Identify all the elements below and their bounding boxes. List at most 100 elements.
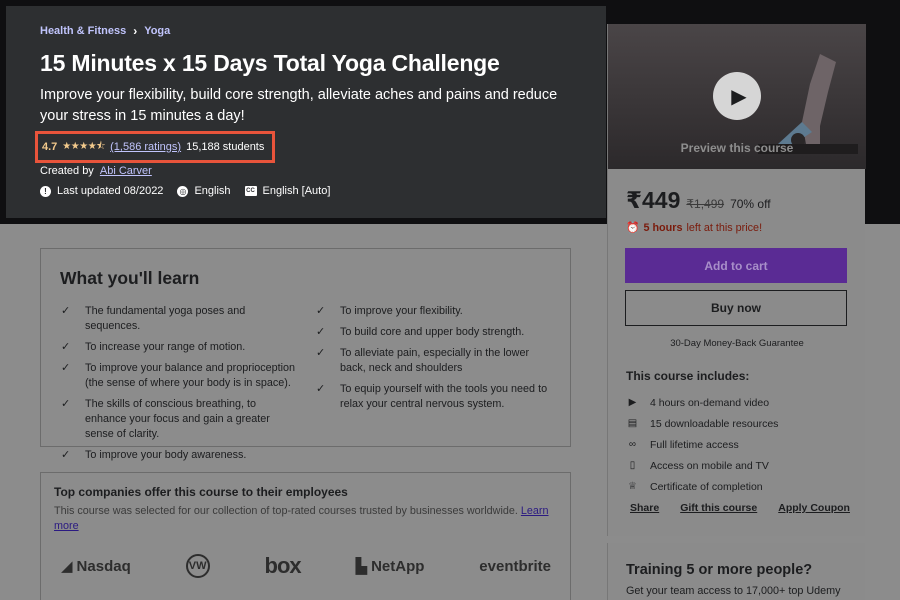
volkswagen-logo: VW — [185, 554, 210, 578]
language-text: English — [194, 185, 231, 197]
list-item: ▯ Access on mobile and TV — [626, 455, 778, 476]
learn-column-right: ✓ To improve your flexibility. ✓ To build … — [316, 304, 551, 418]
yoga-pose-image — [758, 54, 858, 154]
include-text: Certificate of completion — [650, 480, 763, 493]
nasdaq-logo: ◢ Nasdaq — [61, 557, 131, 576]
trophy-icon: ♕ — [628, 481, 637, 492]
include-text: 15 downloadable resources — [650, 417, 779, 430]
course-meta: ! Last updated 08/2022 ◎ English CC Engl… — [40, 185, 330, 197]
timer-text: left at this price! — [686, 221, 763, 234]
course-preview[interactable]: ▶ Preview this course — [608, 24, 866, 169]
money-back-guarantee: 30-Day Money-Back Guarantee — [670, 338, 804, 349]
breadcrumb-category[interactable]: Health & Fitness — [40, 25, 126, 37]
check-icon: ✓ — [316, 305, 326, 317]
chevron-right-icon: › — [133, 24, 138, 38]
rating-value: 4.7 — [42, 141, 58, 153]
infinity-icon: ∞ — [628, 439, 637, 450]
list-item: ∞ Full lifetime access — [626, 434, 778, 455]
check-icon: ✓ — [61, 305, 71, 317]
purchase-sidebar: ▶ Preview this course ₹449 ₹1,499 70% of… — [607, 24, 866, 536]
list-item: ▤ 15 downloadable resources — [626, 413, 779, 434]
current-price: ₹449 — [626, 187, 681, 213]
learn-heading: What you'll learn — [60, 268, 200, 288]
training-text: Get your team access to 17,000+ top Udem… — [626, 585, 841, 597]
rating-highlight-box: 4.7 ★★★★⯪ (1,586 ratings) 15,188 student… — [35, 131, 275, 163]
price-timer: ⏰ 5 hours left at this price! — [626, 221, 763, 235]
created-by: Created by Abi Carver — [40, 165, 152, 177]
list-item: ✓ The fundamental yoga poses and sequence… — [61, 304, 296, 334]
includes-heading: This course includes: — [626, 369, 750, 383]
learn-item-text: To improve your flexibility. — [340, 305, 463, 317]
check-icon: ✓ — [61, 398, 71, 410]
training-heading: Training 5 or more people? — [626, 562, 813, 578]
learn-item-text: To alleviate pain, especially in the low… — [340, 347, 530, 374]
check-icon: ✓ — [61, 449, 71, 461]
share-link[interactable]: Share — [630, 502, 659, 514]
learn-item-text: The skills of conscious breathing, to en… — [85, 398, 270, 440]
language: ◎ English — [177, 185, 231, 197]
course-subtitle: Improve your flexibility, build core str… — [40, 87, 558, 124]
gift-course-link[interactable]: Gift this course — [680, 502, 757, 514]
netapp-mark-icon: ▙ — [355, 558, 368, 575]
vw-logo-text: VW — [188, 560, 207, 572]
discount-percent: 70% off — [730, 197, 771, 211]
course-header: Health & Fitness › Yoga 15 Minutes x 15 … — [6, 6, 606, 218]
list-item: ♕ Certificate of completion — [626, 476, 778, 497]
captions-text: English [Auto] — [262, 185, 331, 197]
captions: CC English [Auto] — [244, 185, 331, 197]
what-you-learn-box: What you'll learn ✓ The fundamental yoga … — [40, 248, 571, 461]
star-rating-icon: ★★★★⯪ — [62, 140, 106, 152]
mobile-icon: ▯ — [629, 460, 636, 471]
nasdaq-logo-text: Nasdaq — [76, 557, 131, 575]
add-to-cart-button[interactable]: Add to cart — [625, 248, 847, 283]
netapp-logo: ▙ NetApp — [355, 557, 425, 576]
buy-now-button[interactable]: Buy now — [625, 290, 847, 326]
nasdaq-mark-icon: ◢ — [61, 558, 73, 575]
preview-label: Preview this course — [680, 141, 794, 155]
learn-column-left: ✓ The fundamental yoga poses and sequence… — [61, 304, 296, 469]
companies-description: This course was selected for our collect… — [54, 505, 518, 517]
course-title: 15 Minutes x 15 Days Total Yoga Challeng… — [40, 50, 500, 76]
list-item: ▶ 4 hours on-demand video — [626, 392, 778, 413]
company-logos: ◢ Nasdaq VW box ▙ NetApp eventbrite — [61, 553, 551, 579]
includes-list: ▶ 4 hours on-demand video ▤ 15 downloadabl… — [626, 392, 779, 497]
last-updated: ! Last updated 08/2022 — [40, 185, 163, 197]
netapp-logo-text: NetApp — [371, 557, 425, 575]
list-item: ✓ To alleviate pain, especially in the lo… — [316, 346, 551, 376]
check-icon: ✓ — [316, 326, 326, 338]
original-price: ₹1,499 — [686, 197, 725, 211]
include-text: Access on mobile and TV — [650, 459, 769, 472]
ratings-count-link[interactable]: (1,586 ratings) — [110, 141, 181, 153]
alarm-clock-icon: ⏰ — [626, 222, 640, 234]
price-row: ₹449 ₹1,499 70% off — [626, 187, 771, 214]
list-item: ✓ To improve your balance and propriocept… — [61, 361, 296, 391]
video-icon: ▶ — [628, 397, 637, 408]
learn-item-text: To build core and upper body strength. — [340, 326, 525, 338]
list-item: ✓ To build core and upper body strength. — [316, 325, 551, 340]
learn-item-text: The fundamental yoga poses and sequences… — [85, 305, 246, 332]
check-icon: ✓ — [316, 383, 326, 395]
check-icon: ✓ — [61, 362, 71, 374]
author-link[interactable]: Abi Carver — [100, 165, 152, 177]
learn-item-text: To improve your balance and propriocepti… — [85, 362, 296, 389]
companies-heading: Top companies offer this course to their… — [54, 485, 348, 499]
include-text: 4 hours on-demand video — [650, 396, 770, 409]
learn-item-text: To equip yourself with the tools you nee… — [340, 383, 548, 410]
top-companies-box: Top companies offer this course to their… — [40, 472, 571, 600]
timer-hours: 5 hours — [643, 221, 683, 234]
apply-coupon-link[interactable]: Apply Coupon — [778, 502, 850, 514]
closed-captions-icon: CC — [244, 186, 257, 196]
list-item: ✓ To equip yourself with the tools you ne… — [316, 382, 551, 412]
list-item: ✓ To improve your flexibility. — [316, 304, 551, 319]
include-text: Full lifetime access — [650, 438, 739, 451]
learn-item-text: To increase your range of motion. — [85, 341, 246, 353]
last-updated-text: Last updated 08/2022 — [57, 185, 164, 197]
list-item: ✓ The skills of conscious breathing, to e… — [61, 397, 296, 442]
list-item: ✓ To improve your body awareness. — [61, 448, 296, 463]
box-logo: box — [264, 553, 302, 578]
breadcrumb-subcategory[interactable]: Yoga — [144, 25, 170, 37]
eventbrite-logo: eventbrite — [479, 557, 551, 575]
sidebar-actions: Share Gift this course Apply Coupon — [630, 502, 850, 514]
students-count: 15,188 students — [186, 141, 265, 153]
play-icon[interactable]: ▶ — [713, 72, 761, 120]
